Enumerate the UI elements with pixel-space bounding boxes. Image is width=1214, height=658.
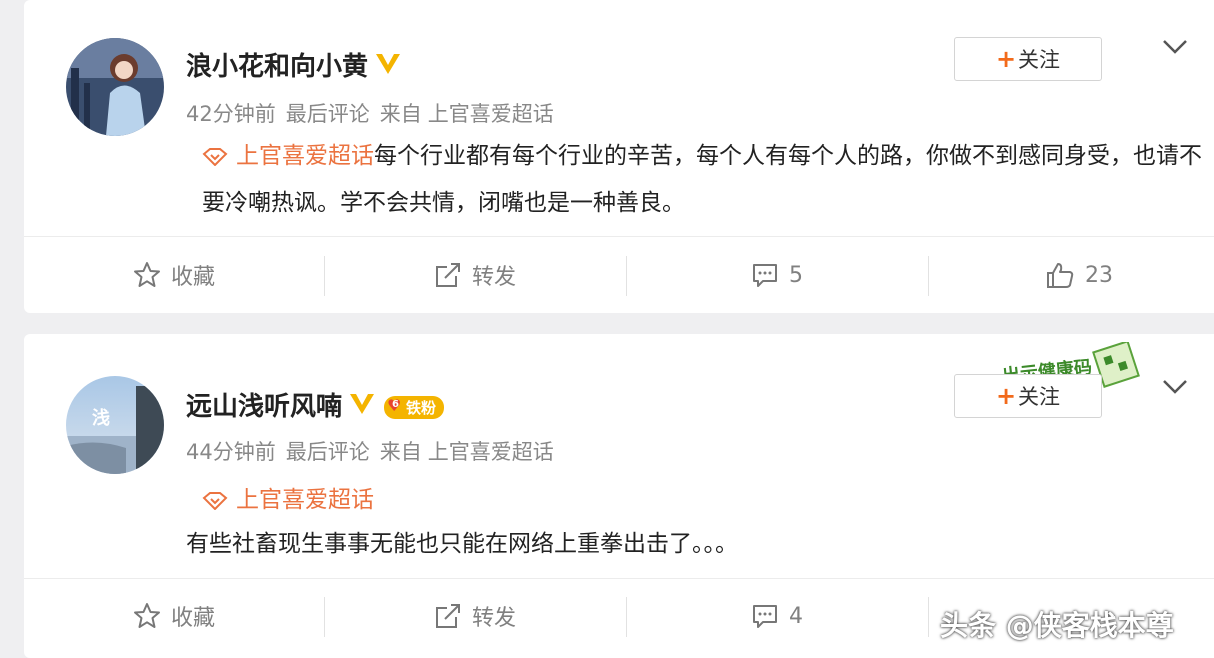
- watermark: 头条 @侠客栈本尊: [940, 609, 1174, 642]
- like-count: 23: [1085, 262, 1113, 288]
- favorite-button[interactable]: 收藏: [24, 583, 324, 649]
- avatar[interactable]: 浅: [66, 376, 164, 474]
- post-card: 浪小花和向小黄 42分钟前 最后评论 来自 上官喜爱超话 上官喜爱超话每个行业都有每个…: [24, 0, 1214, 313]
- post-body: 有些社畜现生事事无能也只能在网络上重拳出击了。。。: [186, 531, 738, 557]
- post-text: 有些社畜现生事事无能也只能在网络上重拳出击了。。。: [186, 522, 1186, 566]
- repost-button[interactable]: 转发: [325, 583, 625, 649]
- like-button[interactable]: 23: [929, 242, 1214, 308]
- comment-button[interactable]: 5: [627, 242, 927, 308]
- fan-badge[interactable]: ♥ 6 铁粉: [384, 396, 445, 419]
- supertopic-link[interactable]: 上官喜爱超话: [236, 143, 374, 169]
- source-prefix: 来自: [379, 440, 422, 464]
- post-source[interactable]: 上官喜爱超话: [428, 102, 554, 126]
- chevron-down-icon[interactable]: [1162, 38, 1188, 60]
- repost-label: 转发: [471, 265, 516, 290]
- comment-button[interactable]: 4: [627, 583, 927, 649]
- user-name-text[interactable]: 浪小花和向小黄: [186, 52, 368, 82]
- post-meta: 44分钟前 最后评论 来自 上官喜爱超话: [186, 436, 564, 466]
- post-text: 上官喜爱超话每个行业都有每个行业的辛苦，每个人有每个人的路，你做不到感同身受，也…: [186, 134, 1202, 225]
- post-source[interactable]: 上官喜爱超话: [428, 440, 554, 464]
- favorite-label: 收藏: [170, 265, 215, 290]
- plus-icon: +: [995, 45, 1017, 73]
- verified-icon: [348, 392, 376, 423]
- post-time[interactable]: 44分钟前: [186, 440, 276, 464]
- post-time[interactable]: 42分钟前: [186, 102, 276, 126]
- fan-level: 6: [392, 399, 399, 410]
- follow-button[interactable]: +关注: [954, 374, 1102, 418]
- divider: [24, 236, 1214, 237]
- star-icon: [133, 262, 160, 287]
- comment-count: 5: [789, 262, 803, 288]
- user-name[interactable]: 远山浅听风喃 ♥ 6 铁粉: [186, 386, 445, 423]
- repost-label: 转发: [471, 606, 516, 631]
- post-meta: 42分钟前 最后评论 来自 上官喜爱超话: [186, 98, 564, 128]
- follow-label: 关注: [1018, 48, 1061, 72]
- avatar[interactable]: [66, 38, 164, 136]
- supertopic-link[interactable]: 上官喜爱超话: [236, 487, 374, 513]
- fan-badge-label: 铁粉: [406, 399, 437, 417]
- verified-icon: [374, 52, 402, 83]
- repost-icon: [435, 263, 460, 287]
- favorite-button[interactable]: 收藏: [24, 242, 324, 308]
- last-comment-label: 最后评论: [285, 102, 370, 126]
- repost-icon: [435, 604, 460, 628]
- separator: [928, 597, 929, 637]
- thumbs-up-icon: [1047, 263, 1074, 288]
- star-icon: [133, 603, 160, 628]
- follow-label: 关注: [1018, 385, 1061, 409]
- chevron-down-icon[interactable]: [1162, 378, 1188, 400]
- user-name-text[interactable]: 远山浅听风喃: [186, 392, 342, 422]
- plus-icon: +: [995, 382, 1017, 410]
- supertopic-icon: [202, 490, 228, 516]
- avatar-text: 浅: [92, 407, 110, 429]
- user-name[interactable]: 浪小花和向小黄: [186, 46, 402, 83]
- divider: [24, 578, 1214, 579]
- favorite-label: 收藏: [170, 606, 215, 631]
- supertopic-icon: [202, 137, 228, 181]
- follow-button[interactable]: +关注: [954, 37, 1102, 81]
- action-bar: 收藏 转发 5 23: [24, 242, 1214, 308]
- comment-count: 4: [789, 603, 803, 629]
- source-prefix: 来自: [379, 102, 422, 126]
- comment-icon: [753, 264, 777, 287]
- last-comment-label: 最后评论: [285, 440, 370, 464]
- supertopic-line: 上官喜爱超话: [202, 480, 374, 516]
- repost-button[interactable]: 转发: [325, 242, 625, 308]
- comment-icon: [753, 605, 777, 628]
